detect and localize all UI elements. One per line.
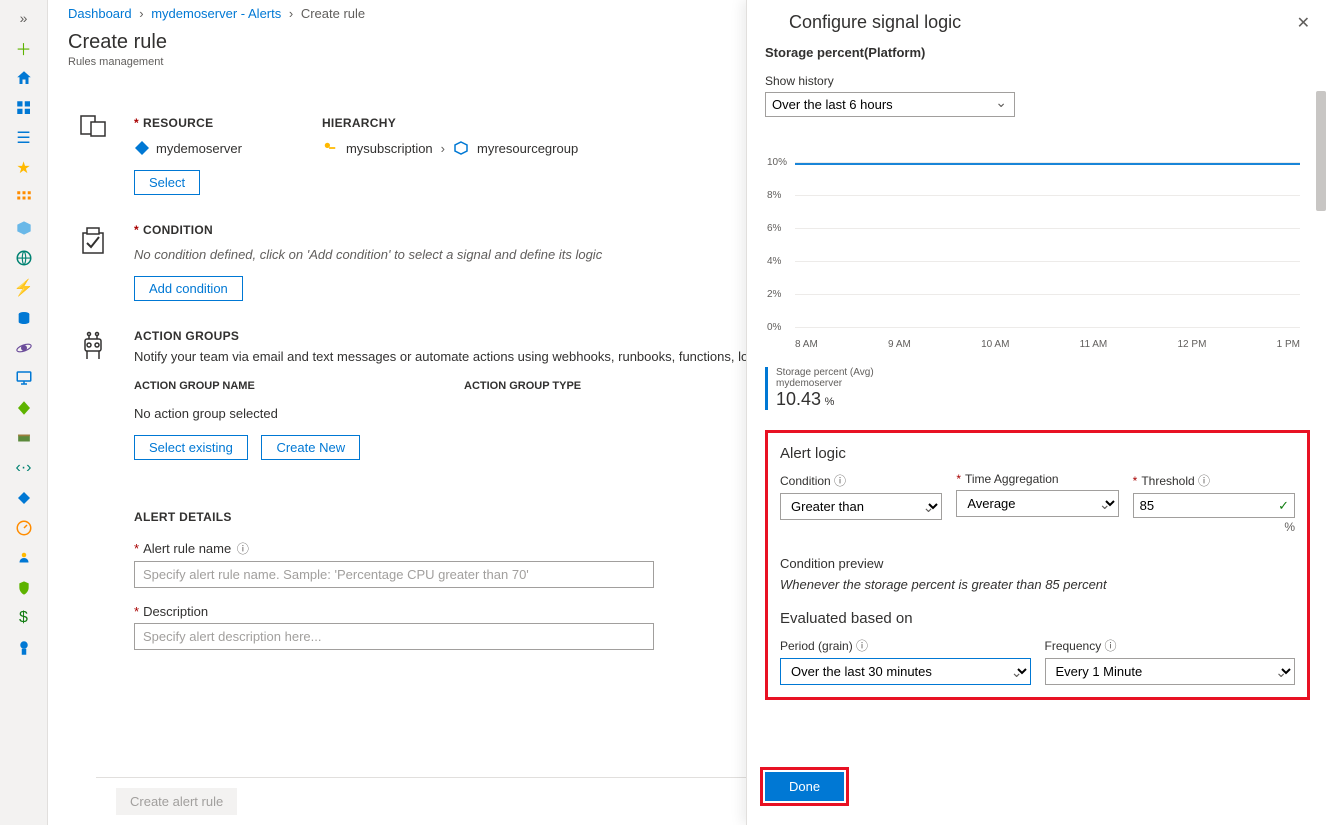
resource-db-icon [134,140,150,156]
panel-title: Configure signal logic [789,12,961,33]
signal-name: Storage percent(Platform) [765,45,1310,60]
evaluated-based-on-label: Evaluated based on [780,610,1295,627]
history-chart: 10% 8% 6% 4% 2% 0% 8 AM9 AM10 AM11 AM12 … [765,147,1310,347]
close-panel-button[interactable]: ✕ [1297,13,1310,33]
monitor-icon[interactable] [14,518,34,538]
time-aggregation-select[interactable]: Average [956,490,1118,517]
threshold-input[interactable] [1133,493,1295,518]
list-icon[interactable]: ☰ [14,128,34,148]
time-agg-label: Time Aggregation [965,472,1059,486]
resource-icon [68,108,118,195]
configure-signal-panel: Configure signal logic ✕ Storage percent… [746,0,1328,825]
add-condition-button[interactable]: Add condition [134,276,243,301]
dashboard-icon[interactable] [14,98,34,118]
condition-title: CONDITION [143,223,213,237]
alert-rule-name-input[interactable] [134,561,654,588]
security-icon[interactable] [14,578,34,598]
select-resource-button[interactable]: Select [134,170,200,195]
select-existing-button[interactable]: Select existing [134,435,248,460]
cube-icon[interactable] [14,218,34,238]
info-icon[interactable]: ⓘ [834,474,846,488]
cosmos-icon[interactable] [14,338,34,358]
condition-preview-label: Condition preview [780,556,1295,571]
favorites-icon[interactable]: ★ [14,158,34,178]
done-button[interactable]: Done [765,772,844,801]
help-icon[interactable] [14,638,34,658]
info-icon[interactable]: ⓘ [856,639,868,653]
sql-icon[interactable] [14,308,34,328]
action-groups-icon [68,329,118,460]
resource-group-icon [453,140,469,156]
globe-icon[interactable] [14,248,34,268]
hierarchy-title: HIERARCHY [322,116,578,130]
expand-nav-icon[interactable]: » [14,8,34,28]
alert-logic-title: Alert logic [780,445,1295,462]
alert-description-input[interactable] [134,623,654,650]
storage-icon[interactable] [14,428,34,448]
condition-select[interactable]: Greater than [780,493,942,520]
alert-logic-box: Alert logic Condition ⓘ Greater than *Ti… [765,430,1310,700]
threshold-label: Threshold [1141,474,1194,488]
resource-name: mydemoserver [156,141,242,156]
info-icon[interactable]: ⓘ [1198,474,1210,488]
frequency-label: Frequency [1045,639,1102,653]
col-action-group-type: ACTION GROUP TYPE [464,380,581,392]
description-label: Description [143,604,208,619]
frequency-select[interactable]: Every 1 Minute [1045,658,1296,685]
panel-scrollbar[interactable] [1316,91,1326,211]
threshold-unit: % [1133,520,1295,534]
function-icon[interactable]: ⚡ [14,278,34,298]
breadcrumb-dashboard[interactable]: Dashboard [68,6,132,21]
vm-icon[interactable] [14,368,34,388]
subscription-name: mysubscription [346,141,433,156]
condition-icon [68,223,118,301]
create-alert-rule-button[interactable]: Create alert rule [116,788,237,815]
cost-icon[interactable]: $ [14,608,34,628]
show-history-label: Show history [765,74,1310,88]
col-action-group-name: ACTION GROUP NAME [134,380,464,392]
advisor-icon[interactable] [14,548,34,568]
condition-preview-text: Whenever the storage percent is greater … [780,577,1295,592]
azure-ad-icon[interactable] [14,488,34,508]
network-icon[interactable]: ‹·› [14,458,34,478]
breadcrumb-alerts[interactable]: mydemoserver - Alerts [151,6,281,21]
chart-line [795,163,1300,165]
home-icon[interactable] [14,68,34,88]
rule-name-label: Alert rule name [143,541,231,556]
info-icon[interactable]: ⓘ [1105,639,1117,653]
load-balancer-icon[interactable] [14,398,34,418]
info-icon[interactable]: ⓘ [237,542,249,556]
create-new-button[interactable]: Create New [261,435,360,460]
breadcrumb-current: Create rule [301,6,365,21]
show-history-select[interactable]: Over the last 6 hours [765,92,1015,117]
chart-legend: Storage percent (Avg) mydemoserver 10.43… [765,367,1310,410]
left-nav-rail: » ＋ ☰ ★ ⚡ [0,0,48,825]
create-resource-icon[interactable]: ＋ [14,38,34,58]
resource-title: RESOURCE [143,116,213,130]
period-label: Period (grain) [780,639,853,653]
subscription-key-icon [322,140,338,156]
resource-group-name: myresourcegroup [477,141,578,156]
all-resources-icon[interactable] [14,188,34,208]
condition-label: Condition [780,474,831,488]
period-select[interactable]: Over the last 30 minutes [780,658,1031,685]
